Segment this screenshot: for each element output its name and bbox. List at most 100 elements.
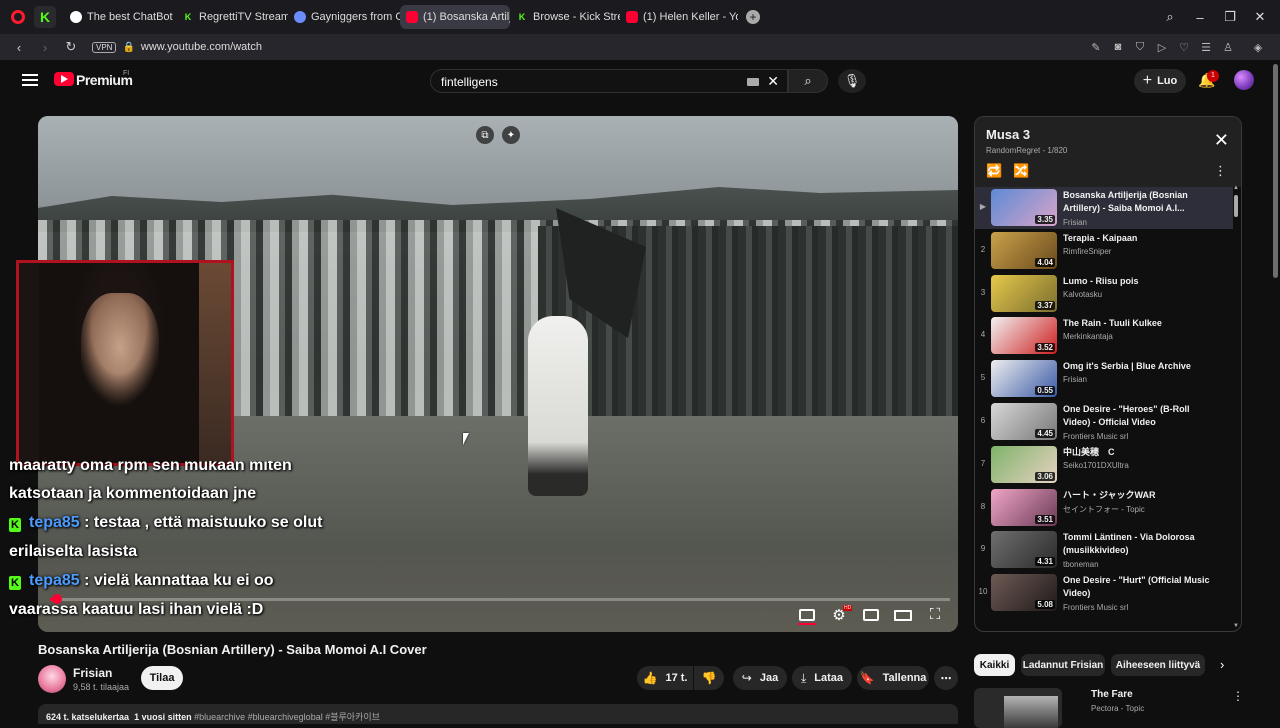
playlist-item[interactable]: 8 3.51 ハート・ジャックWAR セイントフォー - Topic — [975, 487, 1233, 529]
playlist-item-title[interactable]: One Desire - "Heroes" (B-Roll Video) - O… — [1063, 403, 1213, 429]
channel-avatar[interactable] — [38, 665, 66, 693]
description-box[interactable]: 624 t. katselukertaa 1 vuosi sitten #blu… — [38, 704, 958, 724]
search-tabs-icon[interactable]: ⌕ — [1158, 9, 1182, 25]
profile-icon[interactable]: ♙ — [1218, 41, 1238, 54]
reload-icon[interactable]: ↻ — [60, 39, 82, 55]
playlist-scroll-down-icon[interactable]: ▼ — [1233, 623, 1239, 629]
playlist-scrollbar[interactable] — [1234, 195, 1238, 217]
extensions-icon[interactable]: ◈ — [1248, 41, 1268, 54]
browser-tab[interactable]: The best ChatBot and Wid — [64, 5, 176, 29]
create-button[interactable]: + Luo — [1134, 69, 1186, 93]
shield-icon[interactable]: ⛉ — [1130, 41, 1150, 54]
playlist-item-thumbnail[interactable]: 3.37 — [991, 274, 1057, 312]
playlist-item[interactable]: 5 0.55 Omg it's Serbia | Blue Archive Frisi… — [975, 358, 1233, 400]
playlist-item-title[interactable]: Bosanska Artiljerija (Bosnian Artillery)… — [1063, 189, 1213, 215]
playlist-more-icon[interactable]: ⋮ — [1214, 163, 1227, 179]
search-box[interactable]: fintelligens ✕ — [430, 69, 788, 93]
heart-icon[interactable]: ♡ — [1174, 41, 1194, 54]
playlist-item-title[interactable]: Terapia - Kaipaan — [1063, 232, 1213, 245]
playlist-title[interactable]: Musa 3 — [986, 127, 1030, 142]
edit-icon[interactable]: ✎ — [1086, 41, 1106, 54]
voice-search-button[interactable]: 🎙 — [838, 69, 866, 93]
progress-bar[interactable] — [50, 594, 950, 604]
playlist-item-thumbnail[interactable]: 3.52 — [991, 317, 1057, 355]
playlist-item-title[interactable]: Lumo - Riisu pois — [1063, 275, 1213, 288]
more-actions-button[interactable]: ⋯ — [934, 666, 958, 690]
opera-logo-icon[interactable] — [8, 7, 28, 27]
browser-tab[interactable]: (1) Helen Keller - YouTube — [620, 5, 738, 29]
playlist-item-thumbnail[interactable]: 3.51 — [991, 488, 1057, 526]
close-window-icon[interactable]: ✕ — [1248, 9, 1272, 25]
recommendation-more-icon[interactable]: ⋮ — [1232, 689, 1244, 703]
playlist-item-title[interactable]: ハート・ジャックWAR — [1063, 489, 1213, 502]
like-button[interactable]: 👍 17 t. — [637, 666, 693, 690]
playlist-item[interactable]: 7 3.06 中山美穂 C Seiko1701DXUltra — [975, 444, 1233, 486]
playlist-item-thumbnail[interactable]: 3.35 — [991, 189, 1057, 226]
loop-icon[interactable]: 🔁 — [986, 163, 1002, 179]
minimize-icon[interactable]: – — [1188, 10, 1212, 25]
share-button[interactable]: ↪ Jaa — [733, 666, 787, 690]
playlist-item-title[interactable]: Tommi Läntinen - Via Dolorosa (musiikkiv… — [1063, 531, 1213, 557]
browser-tab[interactable]: Gayniggers from Outer Sp — [288, 5, 400, 29]
playlist-item-thumbnail[interactable]: 4.31 — [991, 531, 1057, 569]
playlist-item-title[interactable]: The Rain - Tuuli Kulkee — [1063, 317, 1213, 330]
menu-lines-icon[interactable]: ☰ — [1196, 41, 1216, 54]
play-icon[interactable]: ▷ — [1152, 41, 1172, 54]
channel-name[interactable]: Frisian — [73, 666, 112, 680]
page-scrollbar[interactable] — [1273, 64, 1278, 278]
keyboard-icon[interactable] — [747, 78, 759, 86]
menu-icon[interactable] — [22, 74, 38, 86]
playlist-item-thumbnail[interactable]: 5.08 — [991, 574, 1057, 612]
playlist-item-thumbnail[interactable]: 3.06 — [991, 445, 1057, 483]
forward-icon[interactable]: › — [34, 40, 56, 55]
lock-icon[interactable]: 🔒 — [122, 42, 134, 53]
youtube-logo-icon[interactable] — [54, 72, 74, 86]
hashtags[interactable]: #bluearchive #bluearchiveglobal #블루아카이브 — [194, 712, 380, 722]
theater-mode-icon[interactable] — [894, 610, 912, 621]
clear-search-icon[interactable]: ✕ — [767, 73, 779, 90]
url-field[interactable]: www.youtube.com/watch — [141, 41, 262, 53]
close-playlist-icon[interactable]: ✕ — [1214, 130, 1229, 151]
download-button[interactable]: ⤓ Lataa — [792, 666, 852, 690]
playlist-item[interactable]: 4 3.52 The Rain - Tuuli Kulkee Merkinkantaj… — [975, 315, 1233, 357]
search-button[interactable]: ⌕ — [788, 69, 828, 93]
search-input[interactable]: fintelligens — [441, 75, 498, 89]
save-button[interactable]: 🔖 Tallenna — [857, 666, 929, 690]
miniplayer-overlay-icon[interactable]: ⧉ — [476, 126, 494, 144]
recommendation-thumbnail[interactable] — [974, 688, 1062, 728]
playlist-item[interactable]: 10 5.08 One Desire - "Hurt" (Official Musi… — [975, 572, 1233, 614]
chips-next-icon[interactable]: › — [1220, 657, 1224, 672]
account-avatar[interactable] — [1234, 70, 1254, 90]
camera-icon[interactable]: ◙ — [1108, 41, 1128, 53]
dislike-button[interactable]: 👎 — [694, 666, 724, 690]
maximize-icon[interactable]: ❐ — [1218, 9, 1242, 25]
playlist-item-title[interactable]: Omg it's Serbia | Blue Archive — [1063, 360, 1213, 373]
sparkle-icon[interactable]: ✦ — [502, 126, 520, 144]
browser-tab[interactable]: K RegrettiTV Stream - Watc — [176, 5, 288, 29]
fullscreen-icon[interactable]: ⛶ — [927, 606, 943, 623]
miniplayer-icon[interactable] — [863, 609, 879, 621]
shuffle-icon[interactable]: 🔀 — [1013, 163, 1029, 179]
browser-tab[interactable]: (1) Bosanska Artiljerija (Bo — [400, 5, 510, 29]
filter-chip[interactable]: Aiheeseen liittyvä — [1111, 654, 1205, 676]
playlist-scroll-up-icon[interactable]: ▲ — [1233, 185, 1239, 191]
playlist-item-title[interactable]: One Desire - "Hurt" (Official Music Vide… — [1063, 574, 1213, 600]
playlist-item[interactable]: 6 4.45 One Desire - "Heroes" (B-Roll Video… — [975, 401, 1233, 443]
playlist-item-thumbnail[interactable]: 0.55 — [991, 360, 1057, 398]
subscribe-button[interactable]: Tilaa — [141, 666, 183, 690]
back-icon[interactable]: ‹ — [8, 40, 30, 55]
playlist-item-title[interactable]: 中山美穂 C — [1063, 446, 1213, 459]
recommendation-title[interactable]: The Fare — [1091, 689, 1133, 700]
playlist-item-thumbnail[interactable]: 4.04 — [991, 231, 1057, 269]
vpn-badge[interactable]: VPN — [92, 41, 117, 53]
playlist-item[interactable]: 9 4.31 Tommi Läntinen - Via Dolorosa (musi… — [975, 529, 1233, 571]
kick-sidebar-icon[interactable]: K — [34, 6, 56, 28]
playlist-item[interactable]: 3 3.37 Lumo - Riisu pois Kalvotasku — [975, 273, 1233, 315]
playlist-item-thumbnail[interactable]: 4.45 — [991, 403, 1057, 440]
filter-chip[interactable]: Kaikki — [974, 654, 1015, 676]
filter-chip[interactable]: Ladannut Frisian — [1021, 654, 1105, 676]
browser-tab[interactable]: K Browse - Kick Streaming — [510, 5, 620, 29]
subtitles-icon[interactable] — [799, 609, 815, 621]
playlist-item[interactable]: ▶ 3.35 Bosanska Artiljerija (Bosnian Artil… — [975, 187, 1233, 229]
new-tab-button[interactable]: + — [746, 10, 760, 24]
